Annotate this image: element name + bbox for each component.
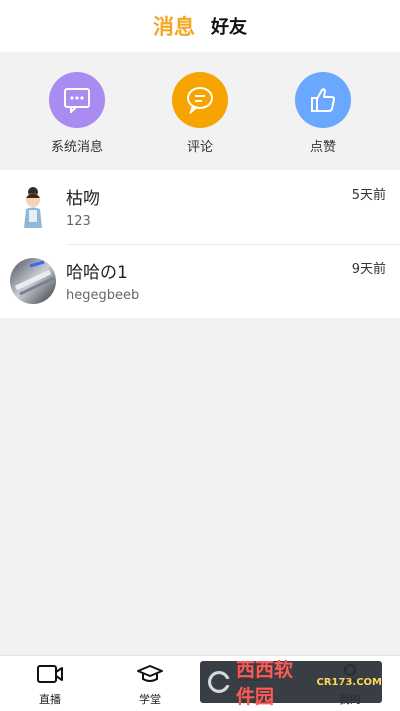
comment-icon [172, 72, 228, 128]
avatar [10, 184, 56, 230]
likes-label: 点赞 [309, 140, 336, 155]
video-camera-icon [0, 662, 100, 686]
nav-live[interactable]: 直播 [0, 662, 100, 707]
nav-academy-label: 学堂 [139, 693, 161, 706]
tab-messages[interactable]: 消息 [153, 11, 195, 41]
nav-live-label: 直播 [39, 693, 61, 706]
conversation-time: 5天前 [351, 188, 386, 203]
conversation-list: 枯吻 123 5天前 哈哈の1 hegegbeeb 9天前 [0, 170, 400, 318]
tab-friends[interactable]: 好友 [211, 13, 247, 39]
thumbs-up-icon [295, 72, 351, 128]
system-messages-button[interactable]: 系统消息 [27, 72, 127, 155]
nav-academy[interactable]: 学堂 [100, 662, 200, 707]
comments-button[interactable]: 评论 [150, 72, 250, 155]
system-messages-label: 系统消息 [50, 140, 103, 155]
watermark-main-text: 西西软件园 [235, 659, 293, 708]
conversation-name: 枯吻 [66, 189, 100, 209]
conversation-preview: hegegbeeb [66, 288, 140, 303]
watermark-emblem-icon [208, 671, 230, 693]
comments-label: 评论 [186, 140, 213, 155]
conversation-row[interactable]: 哈哈の1 hegegbeeb 9天前 [0, 244, 400, 318]
header-tabs: 消息 好友 [0, 0, 400, 52]
chat-bubble-dots-icon [49, 72, 105, 128]
conversation-preview: 123 [66, 214, 91, 229]
likes-button[interactable]: 点赞 [273, 72, 373, 155]
conversation-name: 哈哈の1 [66, 263, 128, 283]
watermark-logo: 西西软件园 CR173.COM [200, 659, 382, 708]
conversation-time: 9天前 [351, 262, 386, 277]
avatar [10, 258, 56, 304]
graduation-cap-icon [100, 662, 200, 686]
watermark-sub-text: CR173.COM [316, 676, 382, 688]
conversation-row[interactable]: 枯吻 123 5天前 [0, 170, 400, 244]
quick-actions: 系统消息 评论 点赞 [0, 60, 400, 164]
